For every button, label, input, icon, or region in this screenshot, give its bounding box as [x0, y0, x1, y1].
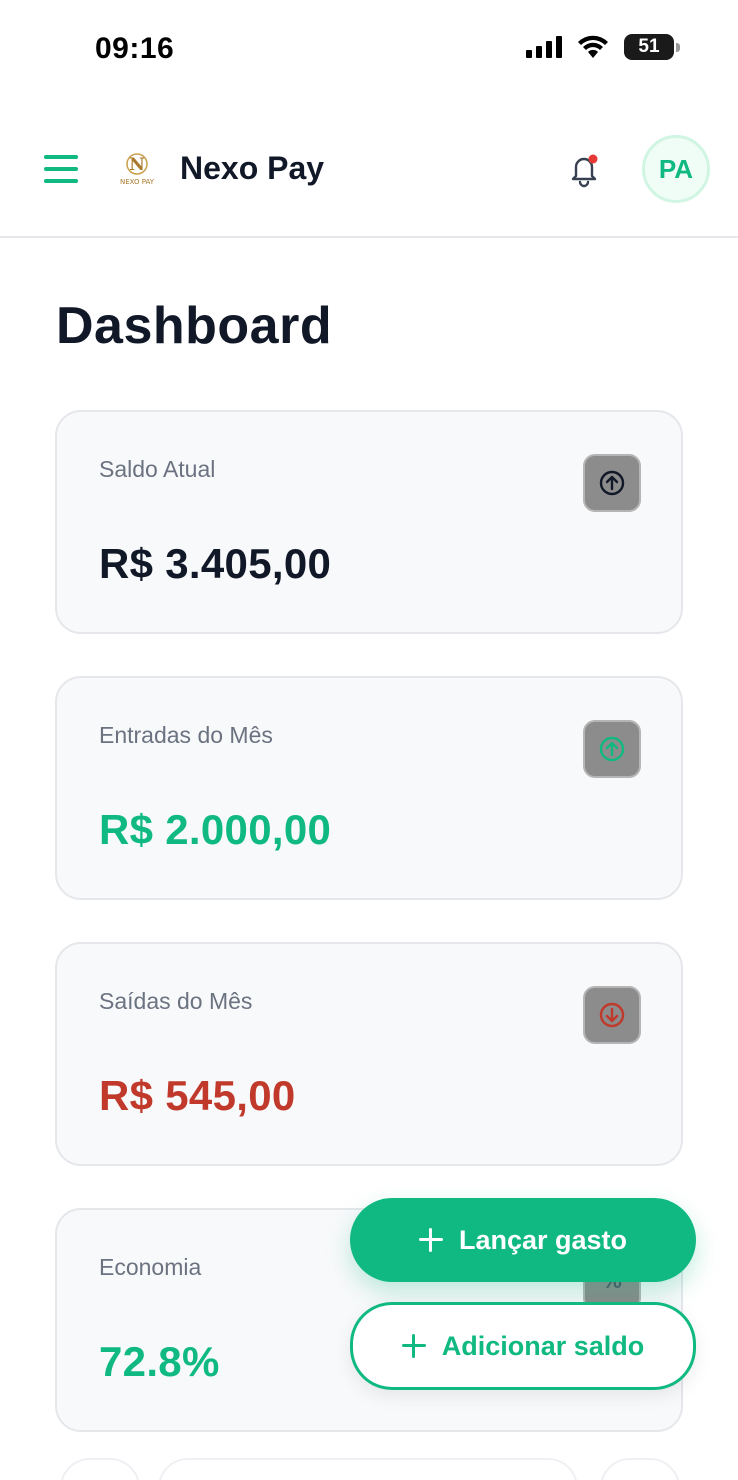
cellular-signal-icon [526, 36, 562, 58]
card-value: 72.8% [99, 1338, 220, 1385]
card-value: R$ 3.405,00 [99, 540, 332, 587]
card-label: Saldo Atual [99, 456, 216, 482]
add-balance-button[interactable]: Adicionar saldo [350, 1302, 696, 1390]
bottom-item-peek [600, 1458, 680, 1480]
page-title: Dashboard [56, 297, 333, 355]
battery-level: 51 [638, 36, 660, 57]
battery-icon: 51 [624, 34, 680, 60]
card-label: Entradas do Mês [99, 722, 273, 748]
plus-icon [418, 1228, 443, 1252]
notification-bell-icon[interactable] [566, 152, 602, 188]
bottom-item-peek [158, 1458, 578, 1480]
arrow-up-circle-icon [599, 736, 625, 762]
nexo-pay-logo: N NEXO PAY [120, 153, 155, 186]
brand-name: Nexo Pay [180, 150, 325, 186]
status-icons: 51 [526, 34, 680, 60]
status-bar: 09:16 51 [0, 0, 738, 100]
arrow-up-circle-icon [599, 470, 625, 496]
card-value: R$ 545,00 [99, 1072, 296, 1119]
dashboard-screen: 09:16 51 N NEXO PAY Nexo Pay PA Dashboar… [0, 0, 738, 1480]
user-avatar[interactable]: PA [642, 135, 710, 203]
status-time: 09:16 [95, 32, 175, 65]
card-label: Saídas do Mês [99, 988, 253, 1014]
add-expense-label: Lançar gasto [458, 1224, 628, 1255]
wifi-icon [578, 35, 608, 58]
bottom-item-peek [60, 1458, 140, 1480]
card-icon-box [583, 454, 641, 512]
add-balance-label: Adicionar saldo [441, 1330, 645, 1361]
card-icon-box [583, 720, 641, 778]
card-label: Economia [99, 1254, 202, 1280]
logo-text: NEXO PAY [120, 178, 155, 186]
arrow-down-circle-icon [599, 1002, 625, 1028]
app-header: N NEXO PAY Nexo Pay PA [0, 100, 738, 238]
plus-icon [401, 1334, 426, 1358]
expenses-card: Saídas do Mês R$ 545,00 [55, 942, 683, 1166]
income-card: Entradas do Mês R$ 2.000,00 [55, 676, 683, 900]
add-expense-button[interactable]: Lançar gasto [350, 1198, 696, 1282]
svg-text:N: N [129, 155, 145, 175]
card-value: R$ 2.000,00 [99, 806, 332, 853]
balance-card: Saldo Atual R$ 3.405,00 [55, 410, 683, 634]
card-icon-box [583, 986, 641, 1044]
menu-icon[interactable] [44, 152, 78, 186]
